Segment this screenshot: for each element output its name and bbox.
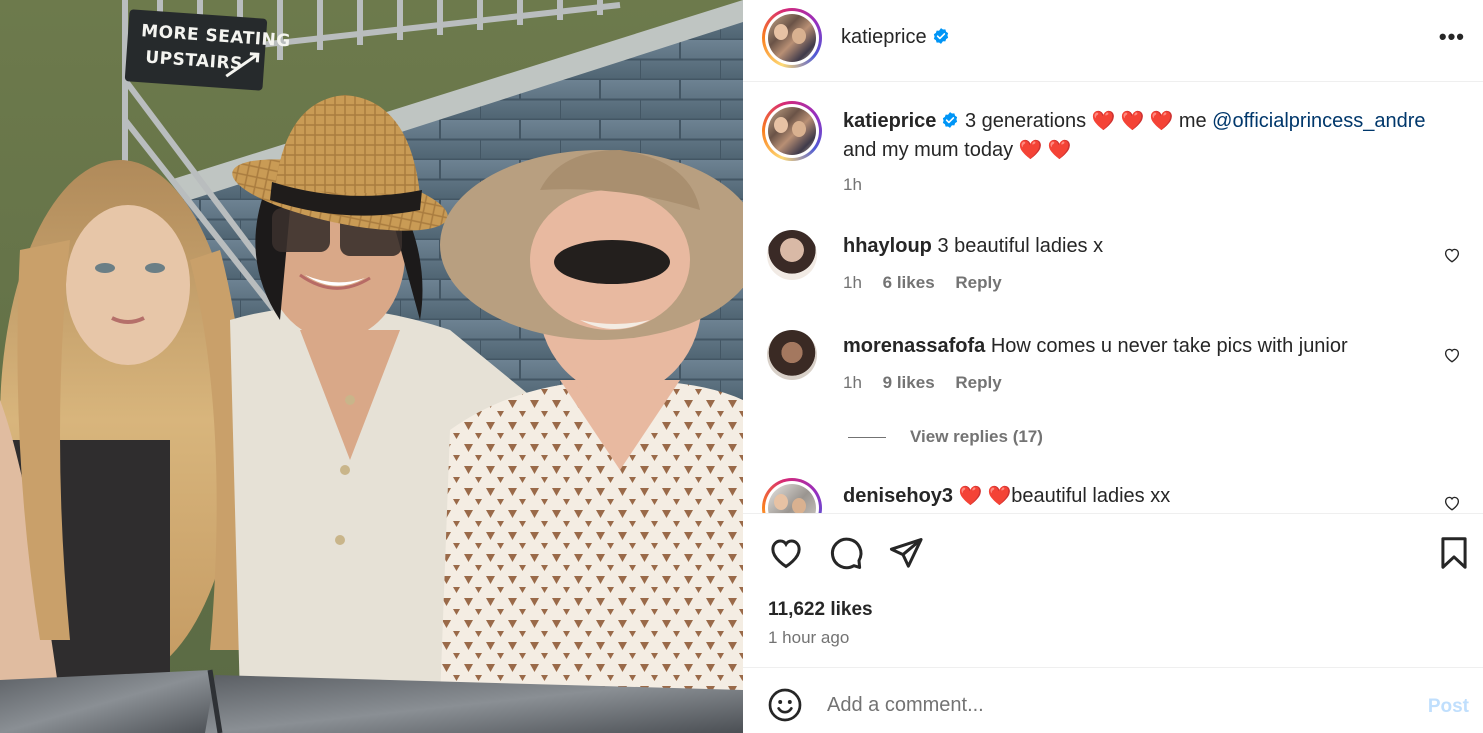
heart-icon[interactable] — [767, 534, 805, 572]
verified-badge-icon — [943, 112, 958, 128]
comment-likes[interactable]: 6 likes — [883, 273, 935, 292]
likes-count[interactable]: 11,622 likes — [768, 599, 873, 621]
commenter-username[interactable]: hhayloup — [843, 235, 932, 257]
author-username[interactable]: katieprice — [841, 26, 950, 49]
comment-text: morenassafofa How comes u never take pic… — [843, 332, 1438, 360]
author-avatar[interactable] — [762, 8, 822, 68]
comment-time[interactable]: 1h — [843, 273, 862, 292]
comment-composer: Post — [743, 669, 1483, 733]
reply-button[interactable]: Reply — [955, 273, 1001, 292]
mention-link[interactable]: @officialprincess_andre — [1212, 110, 1425, 132]
caption-author-name[interactable]: katieprice — [843, 110, 936, 132]
comment-meta: 1h 9 likes Reply — [843, 373, 1018, 393]
reply-button[interactable]: Reply — [955, 373, 1001, 392]
commenter-avatar[interactable] — [767, 230, 817, 280]
comments-list[interactable]: katieprice 3 generations ❤️ ❤️ ❤️ me @of… — [743, 83, 1483, 513]
comment-body: beautiful ladies xx — [1011, 485, 1171, 507]
more-options-button[interactable]: ••• — [1439, 24, 1465, 50]
post-header: katieprice ••• — [743, 0, 1483, 82]
commenter-avatar[interactable] — [767, 330, 817, 380]
post-image: MORE SEATING UPSTAIRS — [0, 0, 743, 733]
commenter-username[interactable]: denisehoy3 — [843, 485, 953, 507]
comment-text: hhayloup 3 beautiful ladies x — [843, 232, 1438, 260]
commenter-avatar[interactable] — [762, 478, 822, 513]
comment-like-heart-icon[interactable] — [1443, 246, 1461, 264]
post-photo[interactable]: MORE SEATING UPSTAIRS — [0, 0, 743, 733]
comment-like-heart-icon[interactable] — [1443, 346, 1461, 364]
comment-icon[interactable] — [827, 534, 865, 572]
view-replies-line — [848, 437, 886, 439]
share-icon[interactable] — [887, 534, 925, 572]
caption-text: katieprice 3 generations ❤️ ❤️ ❤️ me @of… — [843, 107, 1438, 165]
comment-body: How comes u never take pics with junior — [990, 335, 1348, 357]
comment-text: denisehoy3 ❤️ ❤️beautiful ladies xx — [843, 482, 1438, 511]
heart-emoji: ❤️ ❤️ ❤️ — [1091, 111, 1174, 132]
comment-body: 3 beautiful ladies x — [937, 235, 1104, 257]
view-replies-button[interactable]: View replies (17) — [848, 427, 1043, 447]
comment-like-heart-icon[interactable] — [1443, 494, 1461, 512]
author-name[interactable]: katieprice — [841, 26, 927, 48]
emoji-icon[interactable] — [767, 687, 803, 723]
comment-meta: 1h 6 likes Reply — [843, 273, 1018, 293]
comment-time[interactable]: 1h — [843, 373, 862, 392]
caption-part: and my mum today — [843, 139, 1014, 161]
commenter-username[interactable]: morenassafofa — [843, 335, 985, 357]
post-details-panel: katieprice ••• katieprice 3 generations … — [743, 0, 1483, 733]
caption-meta: 1h — [843, 175, 878, 195]
bookmark-icon[interactable] — [1435, 534, 1473, 572]
comment-input[interactable] — [827, 687, 1387, 723]
post-timestamp[interactable]: 1 hour ago — [768, 628, 849, 648]
post-actions: 11,622 likes 1 hour ago — [743, 513, 1483, 668]
post-comment-button[interactable]: Post — [1428, 696, 1469, 718]
caption-part: 3 generations — [964, 110, 1087, 132]
view-replies-label[interactable]: View replies (17) — [910, 427, 1043, 446]
heart-emoji: ❤️ ❤️ — [1018, 140, 1072, 161]
caption-part: me — [1178, 110, 1207, 132]
comment-likes[interactable]: 9 likes — [883, 373, 935, 392]
verified-badge-icon — [933, 28, 948, 44]
caption-author-avatar[interactable] — [762, 101, 822, 161]
caption-time[interactable]: 1h — [843, 175, 862, 194]
heart-emoji: ❤️ ❤️ — [958, 486, 1012, 507]
